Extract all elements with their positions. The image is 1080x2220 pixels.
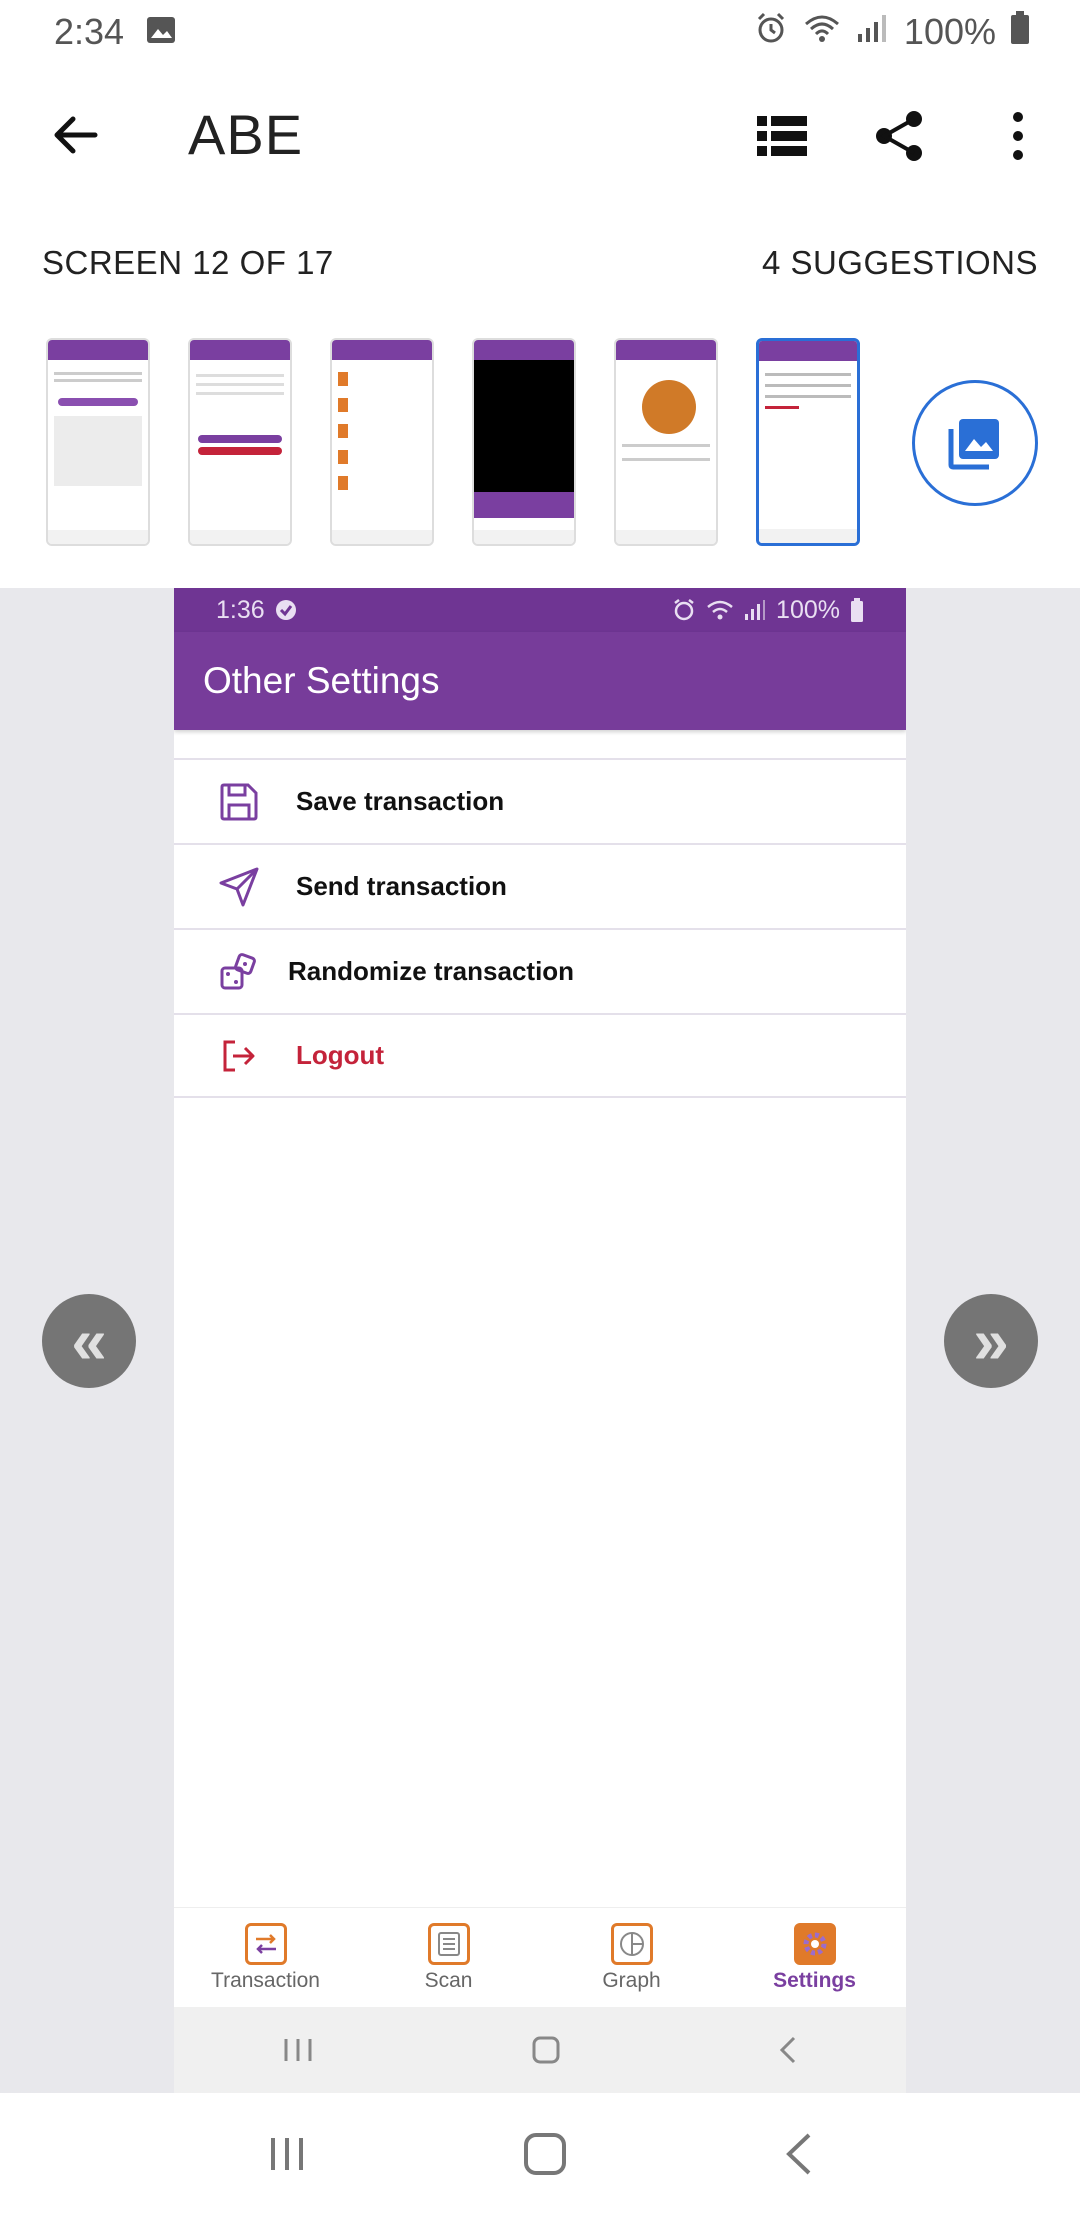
nav-label: Scan — [424, 1968, 473, 1992]
phone-battery-text: 100% — [776, 595, 840, 624]
home-icon — [523, 2133, 566, 2175]
back-icon — [779, 2036, 795, 2064]
image-icon — [146, 11, 176, 53]
save-icon — [214, 777, 264, 827]
battery-text: 100% — [903, 11, 996, 52]
recents-icon — [271, 2138, 304, 2170]
back-nav-button[interactable] — [783, 2131, 813, 2182]
randomize-transaction-item[interactable]: Randomize transaction — [174, 928, 906, 1013]
logout-icon — [214, 1031, 264, 1081]
more-options-button[interactable] — [976, 94, 1060, 178]
phone-page-title: Other Settings — [203, 660, 440, 701]
scan-icon — [427, 1922, 470, 1965]
menu-item-label: Randomize transaction — [288, 956, 575, 986]
nav-settings[interactable]: Settings — [723, 1908, 906, 2007]
nav-transaction[interactable]: Transaction — [174, 1908, 357, 2007]
previous-screen-button[interactable]: « — [42, 1294, 136, 1388]
phone-bottom-nav: Transaction Scan Graph Settings — [174, 1907, 906, 2007]
phone-status-bar: 1:36 100% — [174, 588, 906, 632]
phone-system-nav — [174, 2007, 906, 2093]
share-icon — [876, 111, 922, 161]
nav-label: Graph — [602, 1968, 661, 1992]
photo-library-icon — [948, 419, 999, 470]
double-chevron-right-icon: » — [973, 1305, 1009, 1377]
home-button[interactable] — [522, 2131, 568, 2182]
dice-icon — [214, 947, 264, 997]
share-button[interactable] — [858, 94, 942, 178]
next-screen-button[interactable]: » — [944, 1294, 1038, 1388]
settings-icon — [793, 1922, 836, 1965]
send-transaction-item[interactable]: Send transaction — [174, 843, 906, 928]
thumbnail-4[interactable] — [472, 338, 576, 546]
app-bar: ABE — [0, 64, 1080, 212]
thumbnail-2[interactable] — [188, 338, 292, 546]
alarm-icon — [754, 11, 788, 54]
phone-app-bar: Other Settings — [174, 632, 906, 730]
nav-graph[interactable]: Graph — [540, 1908, 723, 2007]
menu-item-label: Logout — [296, 1040, 385, 1070]
double-chevron-left-icon: « — [71, 1305, 107, 1377]
menu-item-label: Save transaction — [296, 786, 505, 816]
gallery-button[interactable] — [912, 380, 1038, 506]
phone-wifi-icon — [707, 600, 733, 620]
phone-alarm-icon — [674, 599, 694, 621]
status-bar: 2:34 100% — [0, 0, 1080, 64]
send-icon — [214, 862, 264, 912]
suggestions-count: 4 SUGGESTIONS — [761, 244, 1038, 281]
signal-icon — [856, 11, 890, 53]
back-icon — [785, 2133, 811, 2175]
thumbnail-3[interactable] — [330, 338, 434, 546]
home-icon — [532, 2036, 560, 2064]
settings-menu: Save transaction Send transaction Random… — [174, 758, 906, 1098]
thumbnail-1[interactable] — [46, 338, 150, 546]
screen-position: SCREEN 12 OF 17 — [42, 244, 334, 281]
phone-signal-icon — [745, 600, 766, 620]
arrow-back-icon — [54, 116, 98, 154]
logout-item[interactable]: Logout — [174, 1013, 906, 1098]
nav-label: Transaction — [211, 1968, 320, 1992]
menu-item-label: Send transaction — [296, 871, 507, 901]
wifi-icon — [802, 11, 842, 53]
check-circle-icon — [275, 600, 296, 620]
phone-battery-icon — [851, 598, 863, 622]
save-transaction-item[interactable]: Save transaction — [174, 758, 906, 843]
battery-icon — [1010, 10, 1030, 54]
graph-icon — [610, 1922, 653, 1965]
recents-button[interactable] — [267, 2134, 307, 2179]
back-button[interactable] — [42, 102, 108, 168]
recents-icon — [284, 2039, 312, 2061]
app-title: ABE — [188, 103, 304, 166]
system-nav-bar — [0, 2093, 1080, 2220]
status-time: 2:34 — [54, 11, 125, 52]
phone-screenshot: 1:36 100% Other Settings Save transactio… — [174, 588, 906, 2093]
screen-info-row: SCREEN 12 OF 17 4 SUGGESTIONS — [0, 244, 1080, 282]
thumbnail-6[interactable] — [756, 338, 860, 546]
thumbnail-5[interactable] — [614, 338, 718, 546]
thumbnail-strip — [46, 338, 860, 546]
transaction-icon — [244, 1922, 287, 1965]
more-vert-icon — [1013, 112, 1023, 160]
nav-label: Settings — [773, 1968, 856, 1992]
list-view-button[interactable] — [740, 94, 824, 178]
list-icon — [757, 116, 807, 156]
phone-status-time: 1:36 — [216, 595, 265, 624]
nav-scan[interactable]: Scan — [357, 1908, 540, 2007]
